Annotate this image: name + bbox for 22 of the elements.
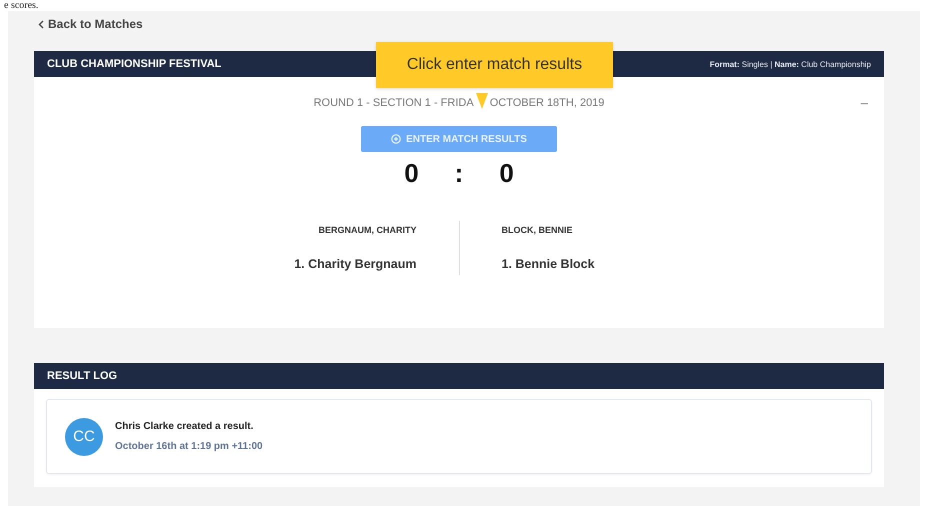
round-date: OCTOBER 18TH, 2019	[490, 97, 604, 109]
tooltip-pointer	[476, 93, 488, 109]
player-name: 1. Charity Bergnaum	[294, 257, 416, 271]
tooltip: Click enter match results	[376, 42, 613, 88]
log-title: RESULT LOG	[47, 370, 118, 382]
team-name: BERGNAUM, CHARITY	[318, 225, 416, 235]
away-score: 0	[499, 158, 514, 189]
caption-text: e scores.	[3, 0, 38, 11]
score-separator: :	[454, 158, 464, 189]
plus-circle-icon	[391, 134, 402, 144]
match-meta: Format: Singles | Name: Club Championship	[710, 60, 871, 68]
team-name: BLOCK, BENNIE	[502, 225, 573, 235]
player-name: 1. Bennie Block	[502, 257, 595, 271]
home-score: 0	[404, 158, 419, 189]
collapse-toggle[interactable]: –	[860, 95, 868, 110]
round-info: ROUND 1 - SECTION 1 - FRIDA	[314, 97, 474, 109]
log-message: Chris Clarke created a result.	[115, 421, 254, 432]
back-link[interactable]: Back to Matches	[38, 16, 143, 32]
log-timestamp: October 16th at 1:19 pm +11:00	[115, 441, 263, 452]
panel-title: CLUB CHAMPIONSHIP FESTIVAL	[47, 58, 222, 70]
avatar: CC	[65, 418, 103, 456]
chevron-left-icon	[38, 20, 44, 28]
